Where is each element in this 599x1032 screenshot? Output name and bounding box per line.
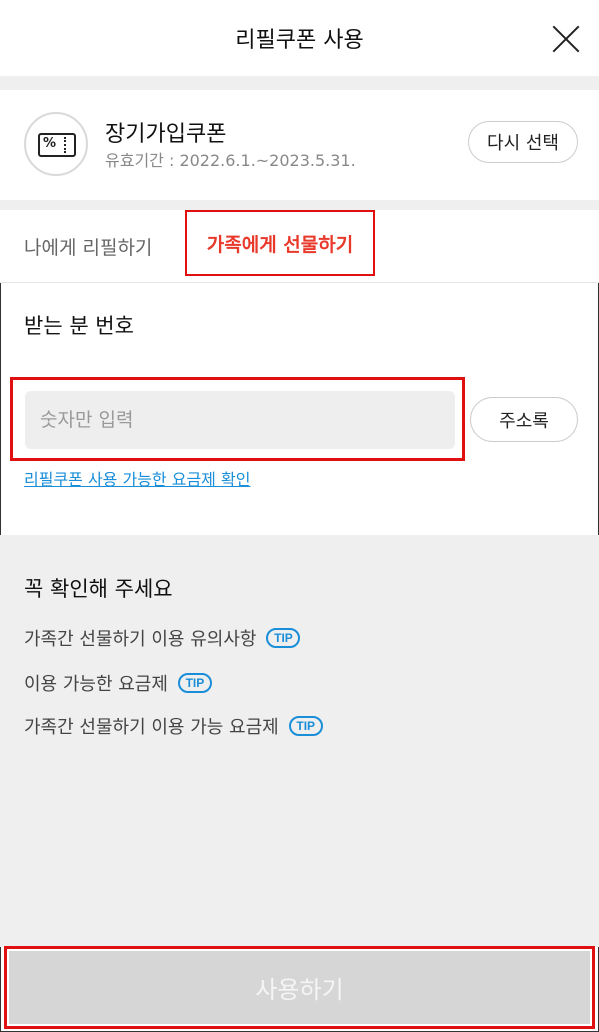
coupon-period: 유효기간 : 2022.6.1.~2023.5.31. [105, 151, 356, 170]
phone-number-input[interactable] [25, 391, 455, 449]
eligible-plans-link[interactable]: 리필쿠폰 사용 가능한 요금제 확인 [24, 466, 250, 490]
page-title: 리필쿠폰 사용 [235, 28, 364, 53]
close-icon[interactable] [550, 24, 582, 56]
notice-item[interactable]: 이용 가능한 요금제 TIP [24, 670, 212, 696]
coupon-ticket-icon: % [24, 112, 88, 176]
coupon-card: % 장기가입쿠폰 유효기간 : 2022.6.1.~2023.5.31. 다시 … [0, 90, 599, 200]
notice-item[interactable]: 가족간 선물하기 이용 가능 요금제 TIP [24, 713, 323, 739]
tab-bar: 나에게 리필하기 가족에게 선물하기 [0, 210, 599, 283]
use-button-highlight: 사용하기 [4, 946, 595, 1029]
tab-gift-family[interactable]: 가족에게 선물하기 [185, 210, 375, 276]
header: 리필쿠폰 사용 [0, 0, 599, 76]
address-book-button[interactable]: 주소록 [470, 397, 578, 442]
tip-badge[interactable]: TIP [266, 628, 301, 648]
tip-badge[interactable]: TIP [177, 673, 212, 693]
tip-badge[interactable]: TIP [288, 716, 323, 736]
phone-input-highlight [10, 377, 465, 461]
use-button[interactable]: 사용하기 [9, 951, 590, 1024]
divider-band [0, 76, 599, 90]
percent-symbol: % [43, 136, 57, 151]
coupon-name: 장기가입쿠폰 [105, 122, 227, 147]
reselect-button[interactable]: 다시 선택 [468, 121, 578, 163]
divider-band [0, 200, 599, 210]
notice-title: 꼭 확인해 주세요 [24, 577, 173, 601]
notice-item[interactable]: 가족간 선물하기 이용 유의사항 TIP [24, 625, 301, 651]
tab-refill-self[interactable]: 나에게 리필하기 [24, 210, 152, 282]
notice-section: 꼭 확인해 주세요 가족간 선물하기 이용 유의사항 TIP 이용 가능한 요금… [0, 535, 599, 947]
recipient-number-label: 받는 분 번호 [24, 314, 134, 338]
